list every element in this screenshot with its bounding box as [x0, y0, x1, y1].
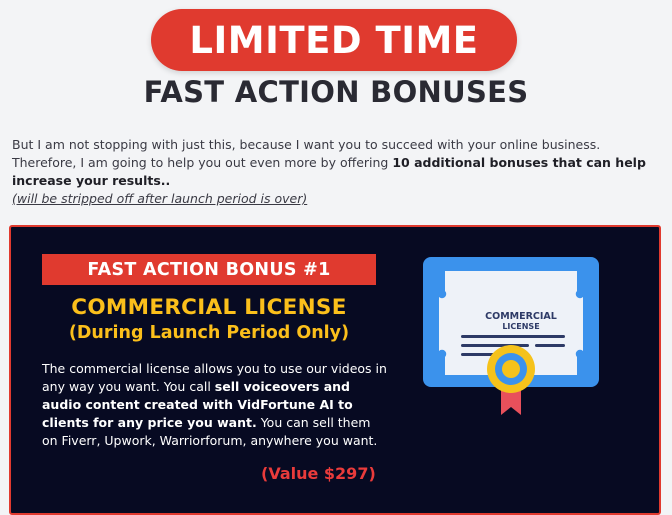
certificate-text-line1: COMMERCIAL — [485, 311, 557, 322]
limited-time-label: LIMITED TIME — [189, 18, 479, 62]
page-title: FAST ACTION BONUSES — [143, 75, 529, 109]
certificate-line — [461, 335, 565, 338]
intro-paragraph: But I am not stopping with just this, be… — [12, 136, 666, 208]
intro-note: (will be stripped off after launch perio… — [12, 191, 308, 206]
bonus-value: (Value $297) — [261, 464, 376, 483]
limited-time-badge: LIMITED TIME — [151, 9, 517, 71]
bonus-title: COMMERCIAL LICENSE — [71, 295, 347, 320]
bonus-card: FAST ACTION BONUS #1 COMMERCIAL LICENSE … — [9, 225, 661, 515]
bonus-badge-label: FAST ACTION BONUS #1 — [87, 259, 331, 280]
page: LIMITED TIME FAST ACTION BONUSES But I a… — [0, 0, 672, 515]
bonus-badge: FAST ACTION BONUS #1 — [42, 254, 376, 285]
certificate-icon: COMMERCIAL LICENSE — [423, 257, 599, 415]
bonus-description: The commercial license allows you to use… — [42, 360, 387, 450]
bonus-subtitle: (During Launch Period Only) — [68, 323, 350, 343]
certificate-text-line2: LICENSE — [502, 322, 539, 331]
seal-center — [502, 360, 520, 378]
certificate-line — [535, 344, 565, 347]
